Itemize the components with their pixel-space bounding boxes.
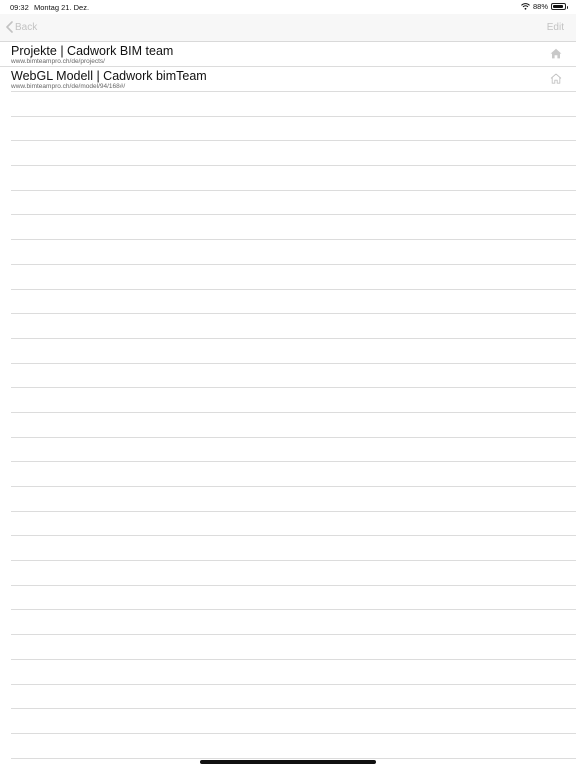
- bookmark-url: www.bimteampro.ch/de/model/94/168#/: [11, 83, 126, 90]
- empty-rows: [0, 92, 576, 759]
- status-bar: 09:32 Montag 21. Dez. 88%: [0, 0, 576, 14]
- wifi-icon: [521, 3, 530, 10]
- empty-row: [11, 462, 576, 487]
- empty-row: [11, 314, 576, 339]
- status-date: Montag 21. Dez.: [34, 3, 90, 12]
- empty-row: [11, 635, 576, 660]
- status-right: 88%: [521, 2, 568, 11]
- back-label: Back: [15, 21, 38, 33]
- battery-percent: 88%: [532, 2, 548, 11]
- home-icon[interactable]: [550, 48, 562, 59]
- empty-row: [11, 364, 576, 389]
- bookmark-url: www.bimteampro.ch/de/projects/: [11, 58, 105, 65]
- empty-row: [11, 92, 576, 117]
- empty-row: [11, 586, 576, 611]
- empty-row: [11, 339, 576, 364]
- chevron-left-icon: [6, 21, 13, 33]
- empty-row: [11, 265, 576, 290]
- empty-row: [11, 512, 576, 537]
- empty-row: [11, 215, 576, 241]
- navigation-bar: Back Edit: [0, 14, 576, 42]
- back-button[interactable]: Back: [6, 21, 37, 33]
- empty-row: [11, 660, 576, 685]
- empty-row: [11, 610, 576, 636]
- empty-row: [11, 117, 576, 142]
- empty-row: [11, 290, 576, 315]
- battery-icon: [551, 3, 568, 10]
- empty-row: [11, 487, 576, 512]
- empty-row: [11, 561, 576, 586]
- empty-row: [11, 536, 576, 562]
- bookmark-row[interactable]: WebGL Modell | Cadwork bimTeam www.bimte…: [11, 67, 576, 92]
- empty-row: [11, 191, 576, 216]
- empty-row: [11, 438, 576, 463]
- edit-button[interactable]: Edit: [547, 22, 564, 33]
- empty-row: [11, 685, 576, 710]
- status-time: 09:32: [10, 3, 29, 12]
- bookmark-list: Projekte | Cadwork BIM team www.bimteamp…: [0, 42, 576, 759]
- home-indicator[interactable]: [200, 760, 376, 764]
- bookmark-title: Projekte | Cadwork BIM team: [11, 44, 174, 58]
- bookmark-title: WebGL Modell | Cadwork bimTeam: [11, 69, 207, 83]
- empty-row: [11, 734, 576, 759]
- empty-row: [11, 709, 576, 734]
- empty-row: [11, 166, 576, 191]
- empty-row: [11, 240, 576, 265]
- home-outline-icon[interactable]: [550, 73, 562, 84]
- empty-row: [11, 141, 576, 167]
- empty-row: [11, 413, 576, 438]
- empty-row: [11, 388, 576, 413]
- bookmark-row[interactable]: Projekte | Cadwork BIM team www.bimteamp…: [0, 42, 576, 67]
